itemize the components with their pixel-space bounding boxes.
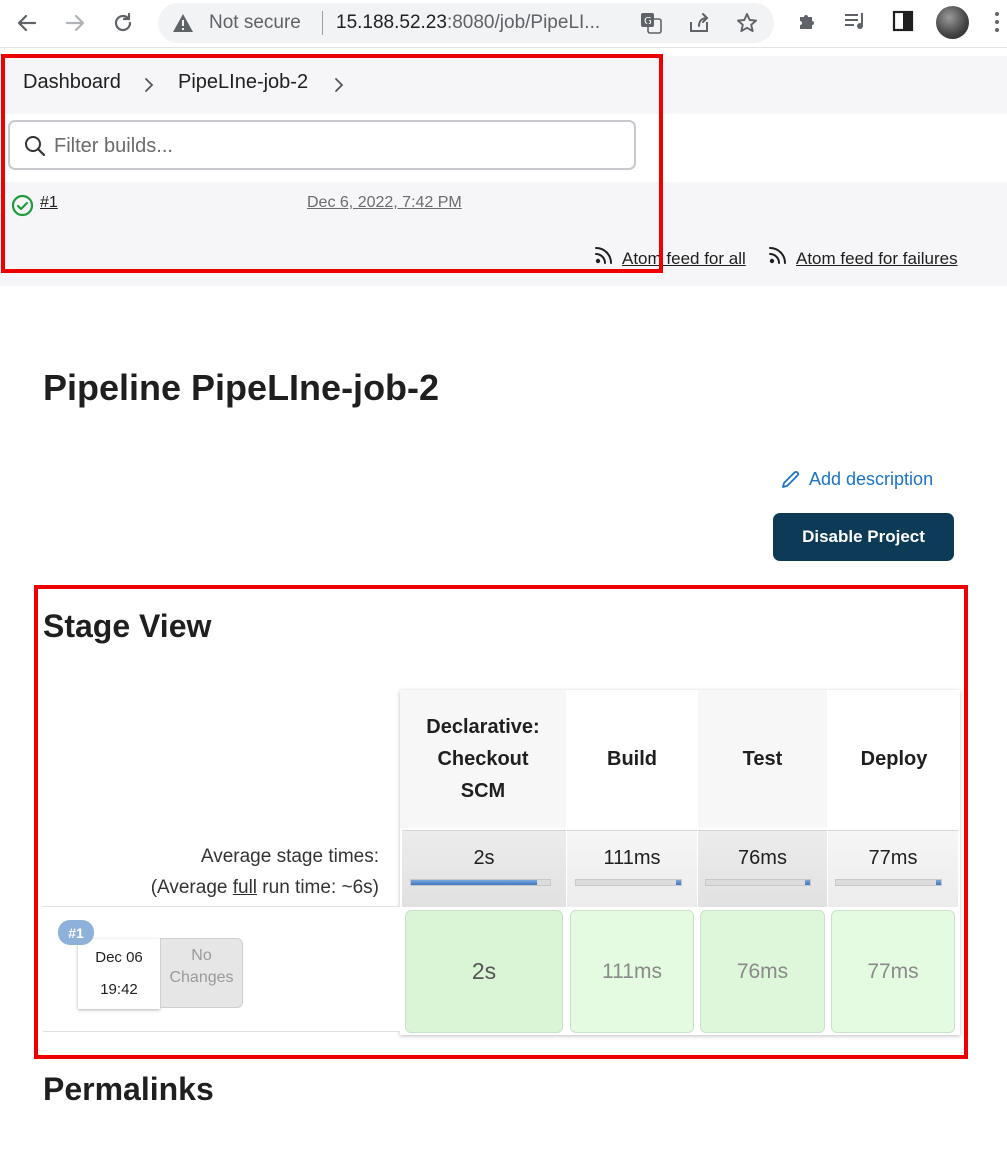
avg-time-bar-fill: [675, 880, 681, 885]
avg-time-value: 111ms: [603, 847, 661, 869]
share-icon[interactable]: [688, 12, 710, 34]
rss-icon: [769, 247, 786, 264]
stage-result-deploy[interactable]: 77ms: [831, 910, 955, 1033]
media-queue-icon[interactable]: [843, 9, 867, 33]
warning-icon[interactable]: [172, 13, 194, 33]
menu-icon[interactable]: [995, 12, 999, 34]
stage-result-test[interactable]: 76ms: [700, 910, 825, 1033]
arrow-left-icon: [17, 14, 37, 32]
rss-icon: [595, 247, 612, 264]
avg-time-bar-fill: [804, 880, 810, 885]
full-run-link[interactable]: full: [233, 877, 257, 898]
avg-time-bar-fill: [411, 880, 538, 885]
profile-avatar[interactable]: [936, 6, 969, 39]
filter-builds[interactable]: [8, 120, 636, 170]
average-stage-times-label: Average stage times:: [200, 846, 379, 867]
stage-result-build[interactable]: 111ms: [570, 910, 694, 1033]
disable-project-button[interactable]: Disable Project: [773, 513, 954, 561]
chevron-right-icon[interactable]: [144, 77, 154, 93]
run-number-badge[interactable]: #1: [58, 920, 94, 945]
atom-feed-failures-link[interactable]: Atom feed for failures: [796, 249, 958, 269]
add-description-label: Add description: [809, 469, 934, 489]
run-changes-line: No: [191, 947, 212, 964]
url-path: :8080/job/PipeLI...: [446, 12, 601, 33]
run-changes-line: Changes: [169, 969, 234, 986]
puzzle-icon[interactable]: [796, 9, 820, 33]
breadcrumb-dashboard[interactable]: Dashboard: [23, 71, 121, 94]
avg-time-bar: [705, 879, 811, 886]
run-changes[interactable]: No Changes: [160, 938, 243, 1008]
reload-button[interactable]: [108, 8, 138, 38]
omnibox-separator: [322, 11, 323, 35]
avg-time-value: 77ms: [868, 847, 918, 869]
arrow-right-icon: [65, 14, 85, 32]
stage-result-checkout[interactable]: 2s: [405, 910, 563, 1033]
avg-time-value: 76ms: [738, 847, 787, 869]
stage-header-test: Test: [698, 690, 827, 828]
side-panel-icon[interactable]: [891, 9, 915, 33]
reload-icon: [114, 12, 132, 32]
stage-view-table: Declarative: Checkout SCM Build Test Deplo…: [400, 690, 960, 1035]
address-bar[interactable]: Not secure 15.188.52.23:8080/job/PipeLI.…: [158, 3, 774, 43]
avg-time-checkout: 2s: [402, 830, 566, 907]
atom-feeds: Atom feed for all Atom feed for failures: [0, 228, 1007, 286]
back-button[interactable]: [12, 8, 42, 38]
avg-time-deploy: 77ms: [828, 830, 958, 907]
avg-time-value: 2s: [473, 847, 495, 869]
run-date-card[interactable]: Dec 06 19:42: [78, 939, 160, 1009]
stage-header-deploy: Deploy: [828, 690, 960, 828]
translate-icon[interactable]: G: [640, 12, 662, 34]
avg-time-bar-fill: [935, 880, 941, 885]
avg-time-bar: [410, 879, 551, 886]
check-circle-icon: [11, 194, 34, 217]
avg-time-bar: [835, 879, 942, 886]
stage-header-line: Checkout: [437, 748, 529, 770]
build-number-link[interactable]: #1: [40, 194, 58, 212]
browser-toolbar: Not secure 15.188.52.23:8080/job/PipeLI.…: [0, 0, 1007, 48]
stage-header-build: Build: [567, 690, 697, 828]
stage-header-checkout: Declarative: Checkout SCM: [400, 690, 566, 828]
page-title: Pipeline PipeLIne-job-2: [43, 367, 440, 408]
url-text[interactable]: 15.188.52.23:8080/job/PipeLI...: [336, 12, 600, 34]
average-full-run-time: (Average full run time: ~6s): [151, 877, 379, 899]
build-date-link[interactable]: Dec 6, 2022, 7:42 PM: [307, 194, 462, 212]
security-label[interactable]: Not secure: [209, 12, 301, 34]
avg-time-bar: [575, 879, 682, 886]
search-icon: [25, 136, 46, 157]
permalinks-title: Permalinks: [43, 1071, 214, 1107]
filter-builds-input[interactable]: [54, 133, 614, 159]
forward-button[interactable]: [60, 8, 90, 38]
url-host: 15.188.52.23: [336, 12, 447, 33]
star-icon[interactable]: [736, 12, 758, 34]
avg-time-test: 76ms: [698, 830, 827, 907]
atom-feed-all-link[interactable]: Atom feed for all: [622, 249, 746, 269]
stage-view-title: Stage View: [43, 608, 212, 644]
full-run-suffix: run time: ~6s): [257, 877, 379, 898]
breadcrumb-job[interactable]: PipeLIne-job-2: [178, 71, 308, 94]
avg-time-build: 111ms: [567, 830, 697, 907]
add-description-link[interactable]: Add description: [780, 469, 933, 490]
full-run-prefix: (Average: [150, 877, 233, 898]
run-date: Dec 06: [95, 949, 143, 966]
stage-header-line: SCM: [460, 780, 506, 802]
build-row: #1 Dec 6, 2022, 7:42 PM: [0, 182, 1007, 228]
stage-header-line: Declarative:: [426, 716, 540, 738]
breadcrumb: Dashboard PipeLIne-job-2: [0, 56, 1007, 114]
pencil-icon: [782, 471, 799, 488]
run-time: 19:42: [100, 981, 138, 998]
chevron-right-icon[interactable]: [334, 77, 344, 93]
